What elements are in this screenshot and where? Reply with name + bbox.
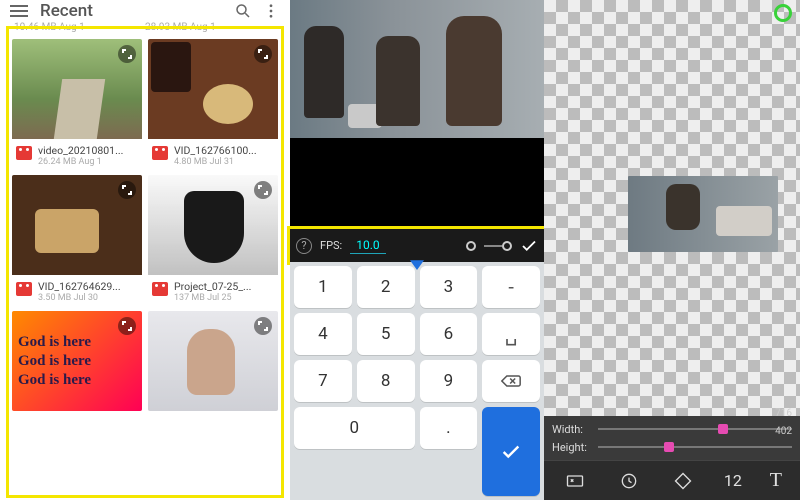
- expand-icon[interactable]: [254, 45, 272, 63]
- page-title: Recent: [40, 1, 224, 21]
- key-backspace[interactable]: [482, 360, 540, 402]
- width-value: 716: [775, 408, 792, 419]
- meta-text: 28.93 MB Aug 1: [145, 22, 276, 33]
- cursor-marker-icon: [410, 255, 424, 274]
- video-icon: [16, 282, 32, 296]
- width-label: Width:: [552, 423, 598, 436]
- file-name: video_20210801...: [38, 144, 123, 157]
- file-grid: video_20210801... 26.24 MB Aug 1 VID_162…: [0, 33, 290, 417]
- file-card[interactable]: Project_07-25_... 137 MB Jul 25: [148, 175, 278, 305]
- status-ring-icon: [774, 4, 792, 22]
- menu-icon[interactable]: [10, 5, 28, 17]
- file-name: Project_07-25_...: [174, 280, 251, 293]
- height-slider[interactable]: 402: [598, 440, 792, 454]
- height-label: Height:: [552, 441, 598, 454]
- thumb-text: God is here: [18, 334, 136, 351]
- file-meta: 26.24 MB Aug 1: [38, 157, 123, 167]
- thumbnail: [148, 175, 278, 275]
- file-card[interactable]: God is here God is here God is here: [12, 311, 142, 411]
- height-value: 402: [775, 426, 792, 437]
- dimension-controls: Width: 716 Height: 402: [544, 416, 800, 460]
- key-minus[interactable]: -: [482, 266, 540, 308]
- expand-icon[interactable]: [254, 181, 272, 199]
- more-icon[interactable]: [262, 2, 280, 20]
- thumbnail: God is here God is here God is here: [12, 311, 142, 411]
- key-4[interactable]: 4: [294, 313, 352, 355]
- confirm-icon[interactable]: [520, 237, 538, 255]
- file-card[interactable]: video_20210801... 26.24 MB Aug 1: [12, 39, 142, 169]
- thumbnail: [12, 39, 142, 139]
- file-picker-header: Recent: [0, 0, 290, 22]
- history-icon[interactable]: [616, 468, 642, 494]
- search-icon[interactable]: [234, 2, 252, 20]
- expand-icon[interactable]: [254, 317, 272, 335]
- video-preview: [290, 0, 544, 138]
- key-dot[interactable]: .: [420, 407, 478, 449]
- file-name: VID_162766100...: [174, 144, 257, 157]
- key-5[interactable]: 5: [357, 313, 415, 355]
- bottom-toolbar: 12 T: [544, 460, 800, 500]
- file-meta: 3.50 MB Jul 30: [38, 293, 121, 303]
- thumb-text: God is here: [18, 353, 136, 370]
- transparent-canvas[interactable]: [544, 0, 800, 416]
- thumb-text: God is here: [18, 372, 136, 389]
- file-card[interactable]: VID_162764629... 3.50 MB Jul 30: [12, 175, 142, 305]
- file-card[interactable]: VID_162766100... 4.80 MB Jul 31: [148, 39, 278, 169]
- key-space[interactable]: ␣: [482, 313, 540, 355]
- fps-label: FPS:: [320, 239, 342, 252]
- key-6[interactable]: 6: [420, 313, 478, 355]
- tag-icon[interactable]: [670, 468, 696, 494]
- fps-input[interactable]: 10.0: [350, 238, 385, 254]
- keyframe-start-icon[interactable]: [466, 241, 476, 251]
- expand-icon[interactable]: [118, 317, 136, 335]
- placed-layer[interactable]: [628, 176, 778, 252]
- key-7[interactable]: 7: [294, 360, 352, 402]
- key-8[interactable]: 8: [357, 360, 415, 402]
- key-0[interactable]: 0: [294, 407, 415, 449]
- video-icon: [152, 146, 168, 160]
- toolbar-number[interactable]: 12: [724, 471, 742, 490]
- width-slider[interactable]: 716: [598, 422, 792, 436]
- help-icon[interactable]: ?: [296, 238, 312, 254]
- key-2[interactable]: 2: [357, 266, 415, 308]
- key-enter[interactable]: [482, 407, 540, 496]
- fps-editor-panel: ? FPS: 10.0 1 2 3 - 4 5 6 ␣ 7 8 9 0 .: [290, 0, 544, 500]
- expand-icon[interactable]: [118, 181, 136, 199]
- file-picker-panel: Recent 10.46 MB Aug 1 28.93 MB Aug 1 vid…: [0, 0, 290, 500]
- expand-icon[interactable]: [118, 45, 136, 63]
- text-tool-icon[interactable]: T: [770, 469, 782, 492]
- header-meta-row: 10.46 MB Aug 1 28.93 MB Aug 1: [0, 22, 290, 33]
- keyframe-end-icon[interactable]: [484, 241, 512, 251]
- canvas-editor-panel: Width: 716 Height: 402 12 T: [544, 0, 800, 500]
- key-1[interactable]: 1: [294, 266, 352, 308]
- meta-text: 10.46 MB Aug 1: [14, 22, 145, 33]
- thumbnail: [12, 175, 142, 275]
- numeric-keypad: 1 2 3 - 4 5 6 ␣ 7 8 9 0 .: [290, 262, 544, 500]
- aspect-icon[interactable]: [562, 468, 588, 494]
- preview-black: [290, 138, 544, 228]
- file-meta: 4.80 MB Jul 31: [174, 157, 257, 167]
- video-icon: [16, 146, 32, 160]
- file-meta: 137 MB Jul 25: [174, 293, 251, 303]
- file-name: VID_162764629...: [38, 280, 121, 293]
- thumbnail: [148, 311, 278, 411]
- video-icon: [152, 282, 168, 296]
- key-3[interactable]: 3: [420, 266, 478, 308]
- key-9[interactable]: 9: [420, 360, 478, 402]
- file-card[interactable]: [148, 311, 278, 411]
- thumbnail: [148, 39, 278, 139]
